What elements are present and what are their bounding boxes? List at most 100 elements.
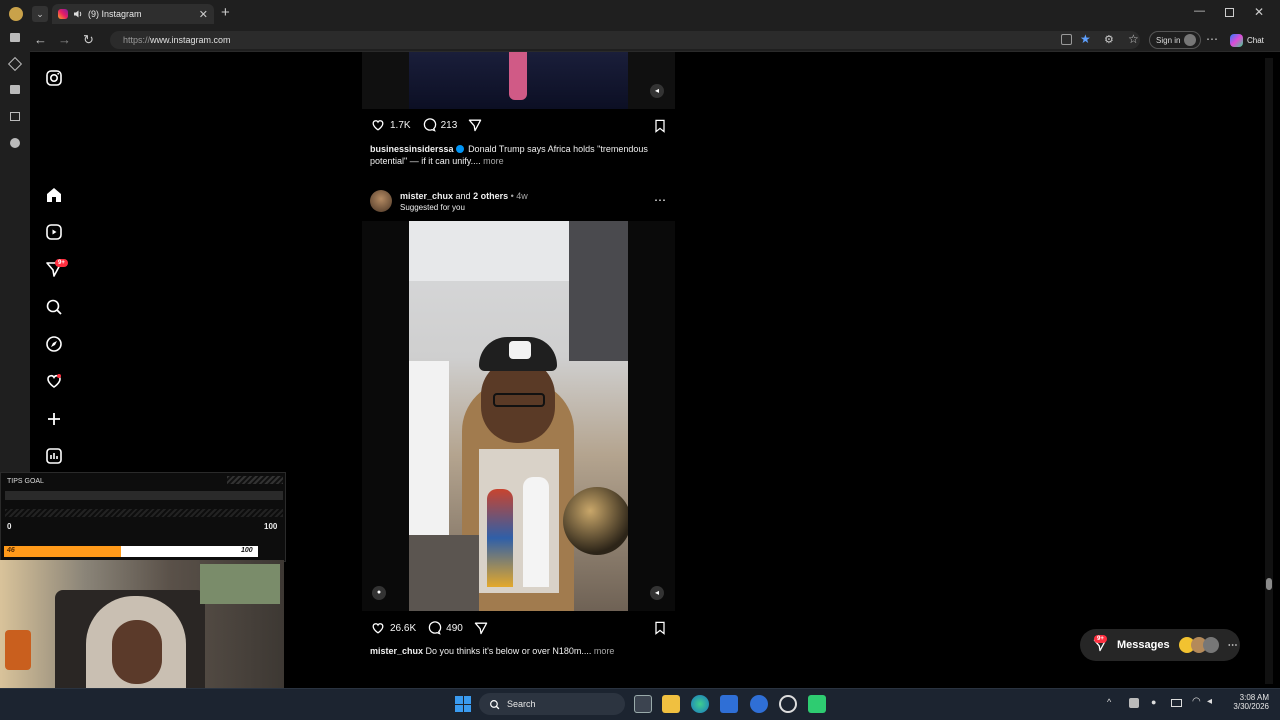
create-icon[interactable] <box>44 409 64 429</box>
like-icon[interactable] <box>370 117 386 133</box>
dashboard-icon[interactable] <box>44 446 64 466</box>
tips-goal-label: TIPS GOAL <box>7 478 44 485</box>
post2-others[interactable]: 2 others <box>473 191 508 201</box>
reload-icon[interactable]: ↻ <box>83 32 94 48</box>
copilot-chat-button[interactable]: Chat <box>1230 31 1264 49</box>
clock-time: 3:08 AM <box>1239 693 1269 702</box>
more-menu-icon[interactable]: ⋯ <box>1206 32 1218 46</box>
post2-more-link[interactable]: more <box>594 646 615 656</box>
tab-list-icon[interactable]: ⌄ <box>32 6 48 22</box>
post2-caption: mister_chux Do you thinks it's below or … <box>370 645 614 657</box>
mute-icon[interactable]: ◂ <box>650 84 664 98</box>
messages-button[interactable]: Messages ⋯ <box>1080 629 1240 661</box>
taskbar-search-label: Search <box>507 699 536 709</box>
forward-icon[interactable]: → <box>58 32 71 47</box>
address-bar[interactable]: https:// www.instagram.com <box>110 31 1140 49</box>
streamer-face <box>112 620 162 684</box>
maximize-icon[interactable] <box>1225 8 1234 17</box>
more-contacts-icon: ⋯ <box>1227 639 1238 651</box>
file-explorer-icon[interactable] <box>662 695 680 713</box>
microphone-icon[interactable]: ● <box>1151 697 1156 707</box>
app-available-icon[interactable] <box>1061 34 1072 45</box>
post2-author[interactable]: mister_chux <box>400 191 453 201</box>
share-icon[interactable] <box>473 620 489 636</box>
wall-panel <box>569 221 628 361</box>
post1-media[interactable]: ◂ <box>362 52 675 109</box>
save-bookmark-icon[interactable] <box>652 118 668 134</box>
glasses <box>493 393 545 407</box>
outlook-icon[interactable] <box>750 695 768 713</box>
search-icon <box>490 699 500 709</box>
sign-in-label: Sign in <box>1156 35 1181 45</box>
search-icon[interactable] <box>44 297 64 317</box>
copilot-icon <box>1230 33 1243 47</box>
favorite-star-icon[interactable]: ★ <box>1080 32 1091 46</box>
close-window-icon[interactable]: ✕ <box>1254 5 1264 19</box>
sign-in-button[interactable]: Sign in <box>1149 31 1202 49</box>
office-icon[interactable] <box>10 112 20 121</box>
close-tab-icon[interactable]: ✕ <box>199 8 208 21</box>
speaker-icon[interactable] <box>73 9 83 19</box>
comment-icon[interactable] <box>426 620 442 636</box>
explore-icon[interactable] <box>44 334 64 354</box>
post2-video-frame <box>409 221 628 611</box>
task-view-icon[interactable] <box>634 695 652 713</box>
shopping-icon[interactable] <box>10 85 20 94</box>
save-bookmark-icon[interactable] <box>652 620 668 636</box>
tagged-user-icon[interactable]: ● <box>372 586 386 600</box>
reels-icon[interactable] <box>44 222 64 242</box>
browser-tab-strip: ⌄ (9) Instagram ✕ + — ✕ <box>0 0 1280 28</box>
games-icon[interactable] <box>10 138 20 148</box>
post1-like-count: 1.7K <box>390 119 411 131</box>
post1-more-link[interactable]: more <box>483 156 504 166</box>
post2-media[interactable]: ● ◂ <box>362 221 675 611</box>
clock-date: 3/30/2026 <box>1233 702 1269 711</box>
tools-icon[interactable] <box>7 56 23 72</box>
app-icon[interactable] <box>808 695 826 713</box>
instagram-logo-icon[interactable] <box>44 68 64 88</box>
profile-icon[interactable] <box>9 7 23 21</box>
taskbar-search[interactable]: Search <box>479 693 625 715</box>
new-tab-icon[interactable]: + <box>221 4 230 21</box>
post1-comment-count: 213 <box>440 119 458 131</box>
wifi-icon[interactable]: ◠ <box>1192 696 1201 707</box>
tray-overflow-icon[interactable]: ^ <box>1107 697 1111 707</box>
obs-icon[interactable] <box>779 695 797 713</box>
mute-icon[interactable]: ◂ <box>650 586 664 600</box>
onedrive-icon[interactable] <box>1129 698 1139 708</box>
store-icon[interactable] <box>720 695 738 713</box>
keyboard-icon[interactable] <box>1171 699 1182 707</box>
cap-logo <box>509 341 531 359</box>
goal-max: 100 <box>264 522 278 531</box>
notifications-heart-icon[interactable] <box>44 371 64 391</box>
goal-progress-value: 46 <box>7 547 15 554</box>
post2-suggested: Suggested for you <box>400 203 465 212</box>
like-icon[interactable] <box>370 620 386 636</box>
globe <box>563 487 628 555</box>
goal-progress-max: 100 <box>241 547 253 554</box>
post-options-icon[interactable]: ⋯ <box>654 193 666 207</box>
back-icon[interactable]: ← <box>34 32 47 47</box>
page-scrollbar[interactable] <box>1265 58 1273 684</box>
collections-icon[interactable] <box>10 33 20 42</box>
volume-icon[interactable]: ◂ <box>1207 696 1212 707</box>
extensions-icon[interactable]: ⚙ <box>1104 33 1114 46</box>
share-icon[interactable] <box>467 117 483 133</box>
home-icon[interactable] <box>44 185 64 205</box>
edge-browser-icon[interactable] <box>691 695 709 713</box>
post2-like-count: 26.6K <box>390 622 417 634</box>
windows-start-icon[interactable] <box>455 696 471 712</box>
taskbar-clock[interactable]: 3:08 AM 3/30/2026 <box>1229 693 1269 711</box>
goal-track-faded <box>5 491 283 500</box>
comment-icon[interactable] <box>421 117 437 133</box>
goal-progress-fill <box>4 546 121 557</box>
favorites-icon[interactable]: ☆ <box>1128 32 1139 46</box>
post1-caption: businessinsiderssa Donald Trump says Afr… <box>370 143 655 167</box>
post1-author[interactable]: businessinsiderssa <box>370 144 454 154</box>
scrollbar-thumb[interactable] <box>1266 578 1272 590</box>
post2-collab-text: and <box>455 191 471 201</box>
minimize-icon[interactable]: — <box>1194 5 1205 17</box>
tab-instagram[interactable]: (9) Instagram ✕ <box>52 4 214 24</box>
post2-avatar[interactable] <box>370 190 392 212</box>
post2-caption-author[interactable]: mister_chux <box>370 646 423 656</box>
